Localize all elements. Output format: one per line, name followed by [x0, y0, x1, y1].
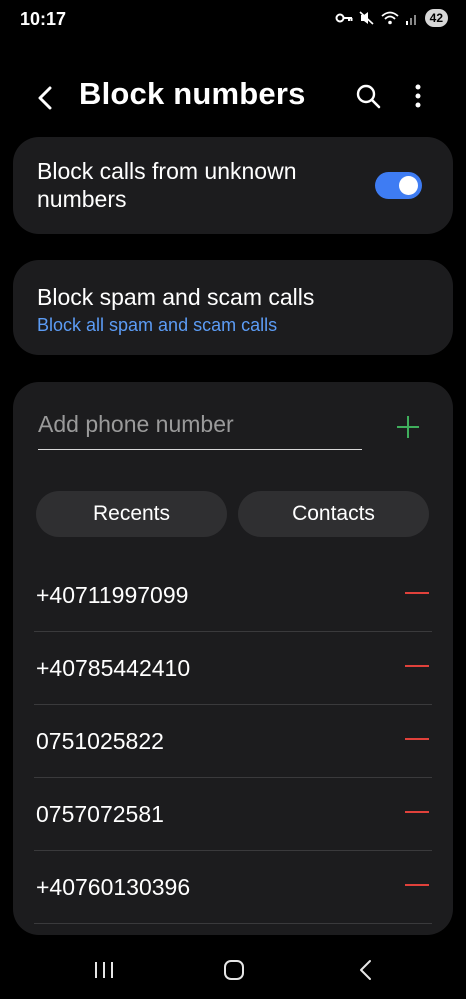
blocked-number: +40711997099 [36, 582, 189, 608]
home-icon [224, 960, 244, 980]
block-spam-subtitle: Block all spam and scam calls [37, 315, 278, 335]
remove-number-button[interactable] [402, 875, 432, 895]
app-bar: Block numbers [0, 66, 466, 126]
block-unknown-toggle[interactable] [375, 172, 422, 199]
minus-icon [405, 884, 429, 886]
block-unknown-label: Block calls from unknown numbers [37, 158, 297, 212]
blocked-number-row: +40711997099 [34, 559, 432, 632]
chevron-left-icon [38, 86, 52, 110]
minus-icon [405, 811, 429, 813]
blocked-number-row: +40760130396 [34, 851, 432, 924]
minus-icon [405, 738, 429, 740]
vpn-key-icon [335, 12, 353, 24]
block-spam-title: Block spam and scam calls [37, 284, 315, 310]
add-phone-number-input[interactable] [38, 406, 362, 450]
remove-number-button[interactable] [402, 583, 432, 603]
remove-number-button[interactable] [402, 802, 432, 822]
recents-button[interactable]: Recents [36, 491, 227, 537]
navigation-bar [0, 945, 466, 999]
signal-icon [405, 12, 419, 25]
blocked-number-row: +40785442410 [34, 632, 432, 705]
toggle-knob [399, 176, 418, 195]
add-number-button[interactable] [393, 412, 423, 442]
block-spam-card[interactable]: Block spam and scam calls Block all spam… [13, 260, 453, 355]
plus-icon [397, 416, 419, 438]
blocked-number: 0757072581 [36, 801, 164, 827]
remove-number-button[interactable] [402, 656, 432, 676]
battery-badge: 42 [424, 9, 448, 27]
minus-icon [405, 592, 429, 594]
contacts-button[interactable]: Contacts [238, 491, 429, 537]
minus-icon [405, 665, 429, 667]
more-options-button[interactable] [402, 78, 434, 114]
recent-apps-button[interactable] [86, 955, 122, 985]
status-time: 10:17 [20, 9, 67, 29]
recent-apps-icon [95, 962, 113, 978]
nav-back-button[interactable] [348, 955, 384, 985]
blocked-number: +40785442410 [36, 655, 191, 681]
block-unknown-card[interactable]: Block calls from unknown numbers [13, 137, 453, 234]
status-bar: 10:17 42 [0, 0, 466, 40]
blocked-number: +40760130396 [36, 874, 191, 900]
more-vertical-icon [415, 84, 421, 108]
page-title: Block numbers [79, 76, 306, 111]
wifi-icon [381, 11, 399, 25]
blocked-number: 0751025822 [36, 728, 164, 754]
status-icons: 42 [335, 9, 448, 27]
home-button[interactable] [216, 955, 252, 985]
blocked-number-row: 0751025822 [34, 705, 432, 778]
mute-icon [359, 11, 375, 25]
back-button[interactable] [28, 80, 64, 116]
remove-number-button[interactable] [402, 729, 432, 749]
blocked-number-row: 0757072581 [34, 778, 432, 851]
back-icon [360, 960, 371, 980]
search-button[interactable] [350, 78, 386, 114]
search-icon [356, 84, 381, 109]
blocked-list-card: Recents Contacts +40711997099 +407854424… [13, 382, 453, 935]
